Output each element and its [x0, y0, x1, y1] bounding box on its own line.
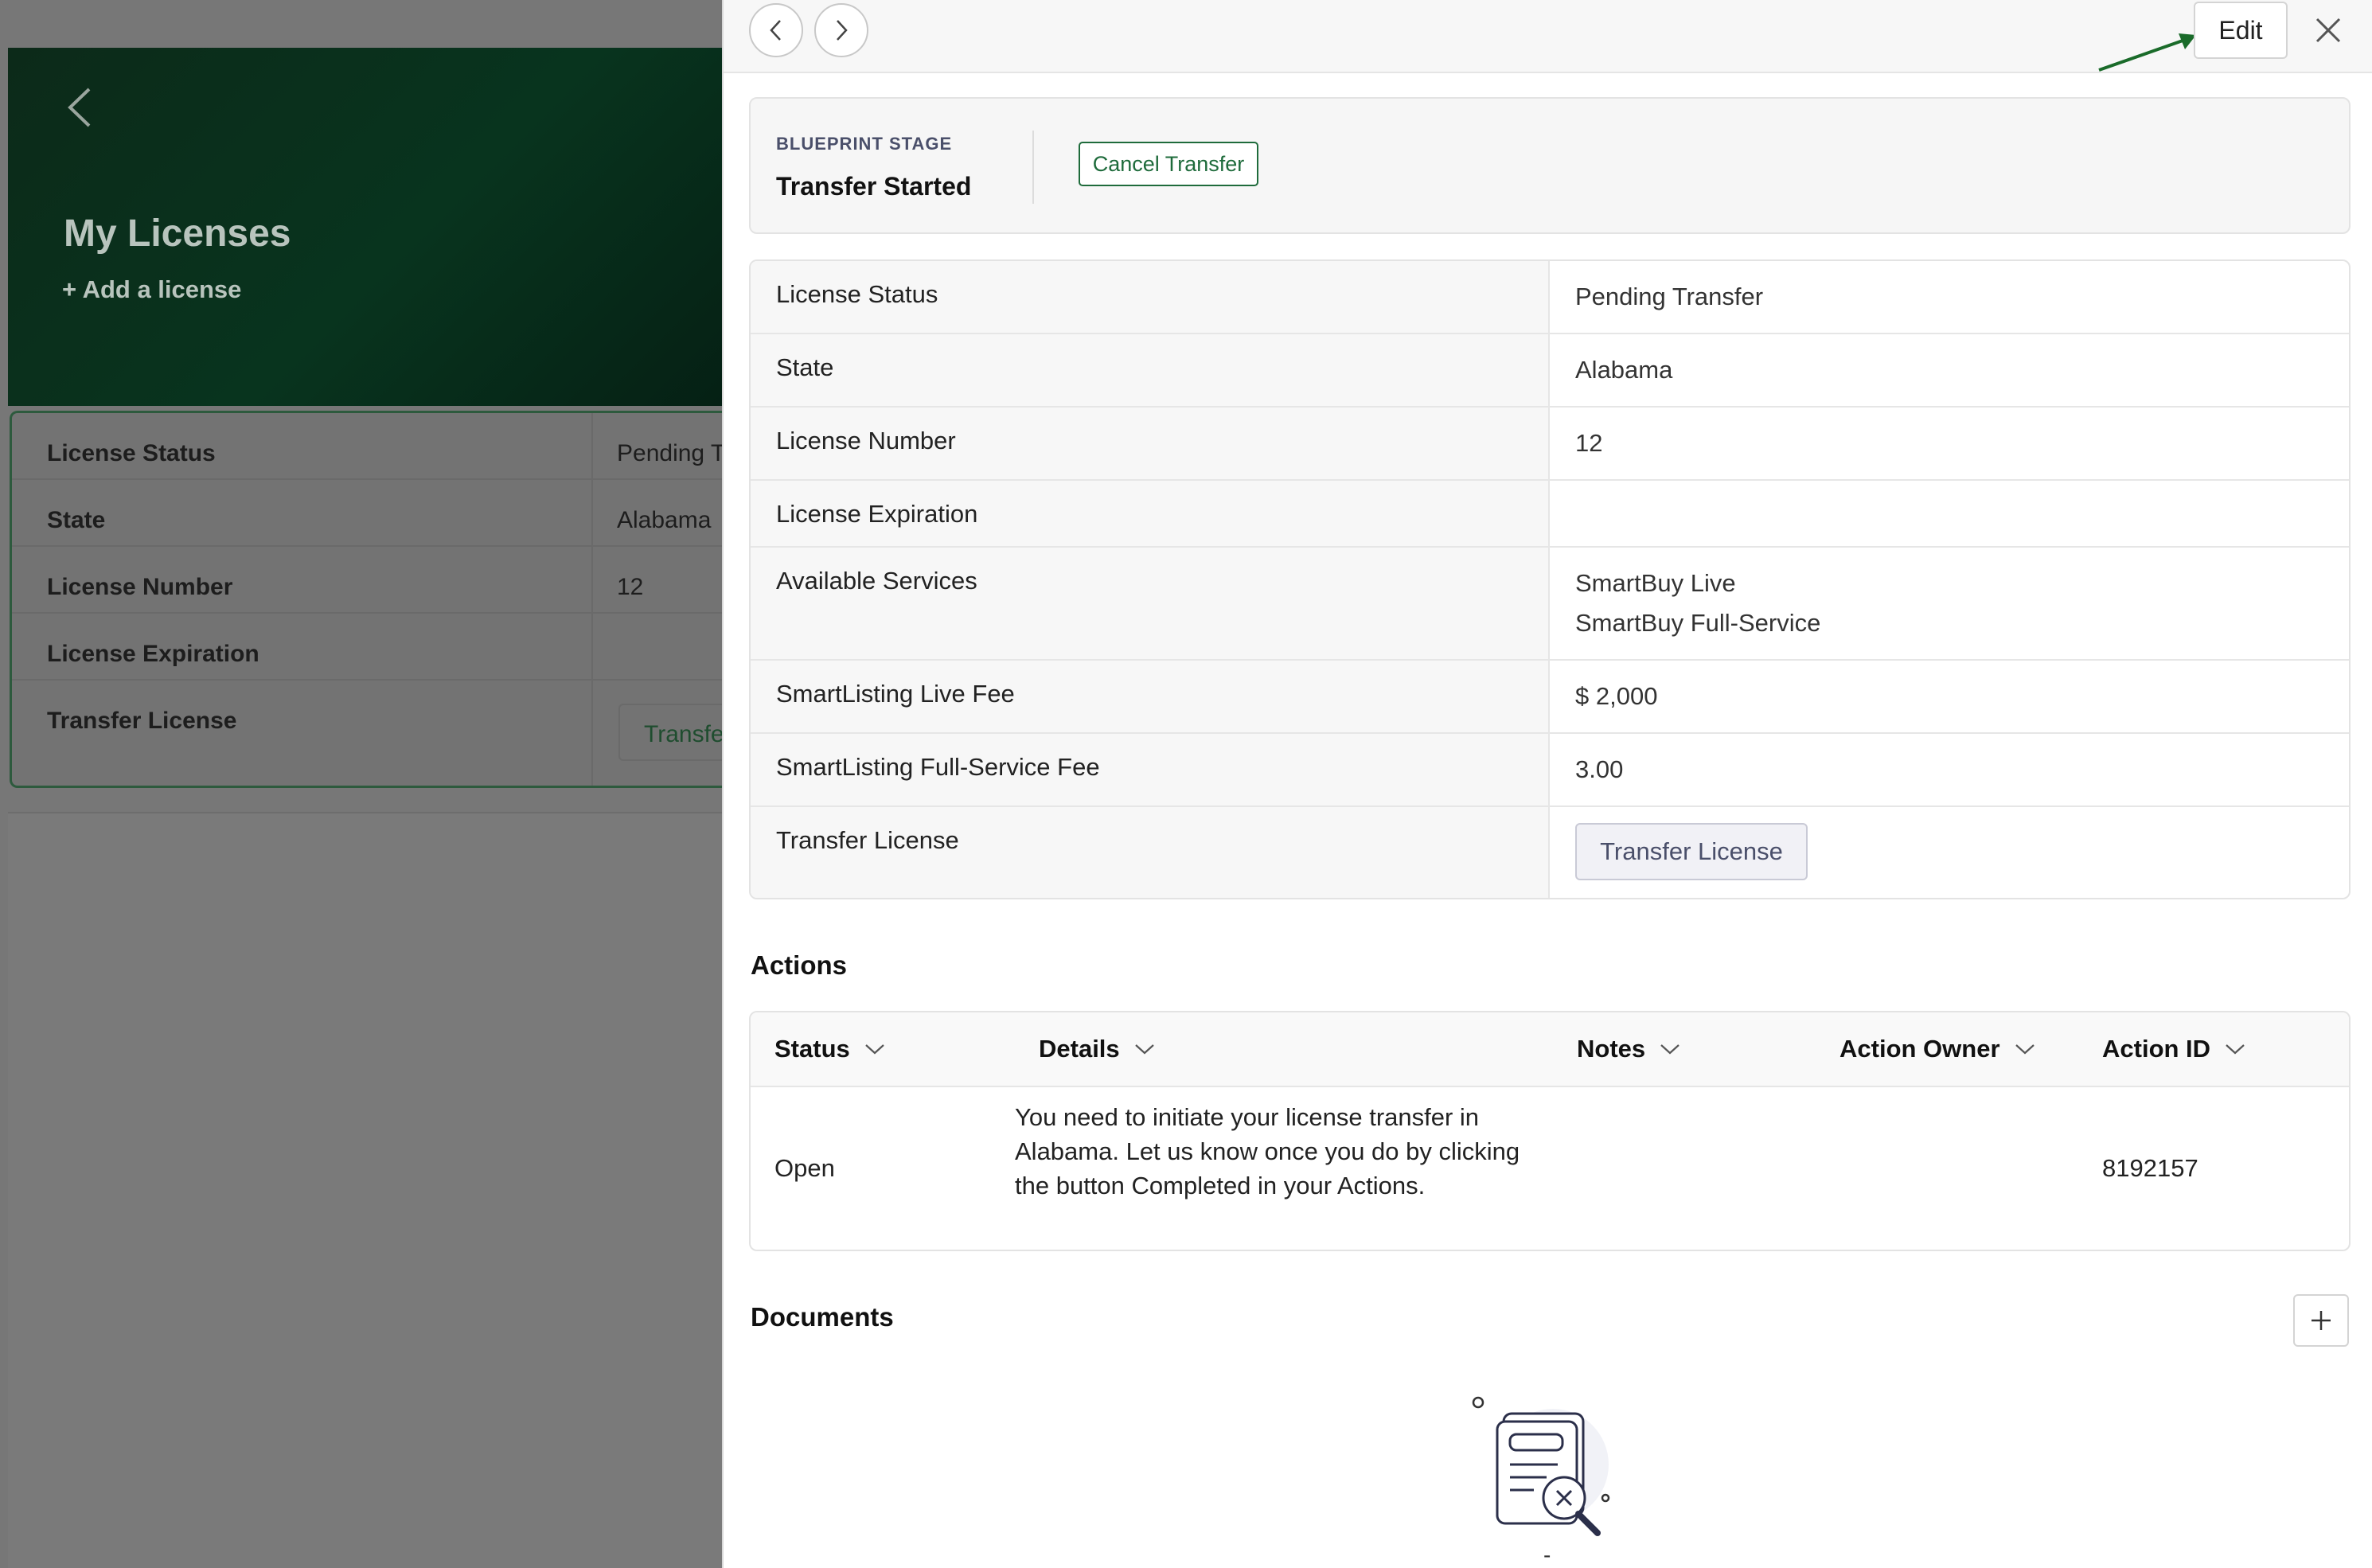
annotation-arrow-icon	[2098, 33, 2196, 72]
action-status: Open	[774, 1154, 835, 1182]
detail-label: SmartListing Full-Service Fee	[751, 734, 1550, 805]
add-license-link[interactable]: + Add a license	[62, 275, 241, 304]
detail-value: 12	[1575, 429, 1603, 457]
detail-row-license-expiration: License Expiration	[751, 481, 2349, 548]
bg-row-label: Transfer License	[47, 708, 237, 734]
drawer-header: Edit	[724, 0, 2372, 73]
chevron-down-icon	[865, 1044, 884, 1055]
detail-value: 3.00	[1575, 755, 1624, 783]
chevron-down-icon	[2015, 1044, 2035, 1055]
transfer-license-button[interactable]: Transfer License	[1575, 823, 1808, 880]
column-header-label: Action Owner	[1839, 1035, 2000, 1063]
bg-row-status: License Status Pending T	[12, 413, 724, 480]
bg-row-value: 12	[617, 574, 644, 600]
stage-value: Transfer Started	[776, 172, 972, 201]
column-header-action-owner[interactable]: Action Owner	[1839, 1035, 2035, 1063]
bg-row-state: State Alabama	[12, 480, 724, 547]
chevron-left-icon	[770, 20, 781, 41]
background-lower-area	[8, 812, 724, 1568]
actions-table: Status Details Notes Action Owner Action…	[749, 1011, 2351, 1251]
chevron-right-icon	[837, 20, 848, 41]
hero-banner: My Licenses + Add a license	[8, 48, 724, 406]
chevron-down-icon	[2226, 1044, 2245, 1055]
bg-row-label: License Expiration	[47, 641, 259, 667]
column-header-status[interactable]: Status	[774, 1035, 885, 1063]
service-item: SmartBuy Full-Service	[1575, 609, 1821, 637]
background-page: My Licenses + Add a license License Stat…	[0, 0, 724, 1568]
cancel-transfer-button[interactable]: Cancel Transfer	[1079, 142, 1258, 186]
previous-button[interactable]	[749, 3, 803, 57]
documents-section-title: Documents	[751, 1302, 894, 1332]
column-header-label: Status	[774, 1035, 850, 1063]
detail-label: Transfer License	[751, 807, 1550, 898]
license-card: License Status Pending T State Alabama L…	[10, 411, 724, 788]
detail-value-services: SmartBuy Live SmartBuy Full-Service	[1575, 564, 1820, 643]
actions-table-header: Status Details Notes Action Owner Action…	[751, 1012, 2349, 1087]
next-button[interactable]	[814, 3, 868, 57]
column-header-details[interactable]: Details	[1039, 1035, 1155, 1063]
detail-label: License Status	[751, 261, 1550, 333]
page-title: My Licenses	[64, 213, 291, 255]
chevron-down-icon	[1134, 1044, 1154, 1055]
bg-row-number: License Number 12	[12, 547, 724, 614]
detail-value: Pending Transfer	[1575, 283, 1764, 310]
empty-documents-text: -	[1543, 1543, 1551, 1567]
detail-label: State	[751, 334, 1550, 406]
detail-label: SmartListing Live Fee	[751, 661, 1550, 732]
detail-label: License Number	[751, 408, 1550, 479]
column-header-label: Action ID	[2102, 1035, 2211, 1063]
empty-documents-illustration-icon	[1472, 1396, 1610, 1536]
action-id: 8192157	[2102, 1154, 2198, 1182]
action-details: You need to initiate your license transf…	[1015, 1103, 1520, 1199]
detail-row-state: State Alabama	[751, 334, 2349, 408]
bg-row-transfer: Transfer License	[12, 681, 724, 747]
detail-label: Available Services	[751, 548, 1550, 659]
close-button[interactable]	[2309, 11, 2347, 49]
stage-label: BLUEPRINT STAGE	[776, 134, 953, 154]
edit-button[interactable]: Edit	[2194, 2, 2288, 59]
blueprint-stage-panel: BLUEPRINT STAGE Transfer Started Cancel …	[749, 97, 2351, 234]
bg-transfer-license-button[interactable]: Transfe	[618, 704, 724, 761]
column-header-label: Notes	[1577, 1035, 1646, 1063]
service-item: SmartBuy Live	[1575, 569, 1736, 597]
detail-row-live-fee: SmartListing Live Fee $ 2,000	[751, 661, 2349, 734]
bg-row-expiration: License Expiration	[12, 614, 724, 681]
detail-row-license-number: License Number 12	[751, 408, 2349, 481]
detail-label: License Expiration	[751, 481, 1550, 546]
plus-icon	[2312, 1311, 2331, 1330]
detail-row-full-service-fee: SmartListing Full-Service Fee 3.00	[751, 734, 2349, 807]
bg-row-label: State	[47, 507, 106, 533]
column-header-action-id[interactable]: Action ID	[2102, 1035, 2245, 1063]
column-header-label: Details	[1039, 1035, 1120, 1063]
detail-row-license-status: License Status Pending Transfer	[751, 261, 2349, 334]
bg-row-value: Alabama	[617, 507, 712, 533]
bg-row-label: License Number	[47, 574, 233, 600]
license-detail-drawer: Edit BLUEPRINT STAGE Transfer Started Ca…	[722, 0, 2372, 1568]
chevron-down-icon	[1660, 1044, 1680, 1055]
detail-value: $ 2,000	[1575, 682, 1658, 710]
bg-row-value: Pending T	[617, 440, 724, 466]
stage-divider	[1032, 131, 1034, 204]
detail-value: Alabama	[1575, 356, 1673, 384]
detail-row-transfer-license: Transfer License Transfer License	[751, 807, 2349, 898]
license-details-table: License Status Pending Transfer State Al…	[749, 259, 2351, 899]
close-icon	[2315, 18, 2341, 43]
back-chevron-icon[interactable]	[64, 86, 97, 129]
add-document-button[interactable]	[2293, 1294, 2349, 1347]
bg-row-label: License Status	[47, 440, 216, 466]
detail-row-available-services: Available Services SmartBuy Live SmartBu…	[751, 548, 2349, 661]
actions-section-title: Actions	[751, 950, 848, 980]
column-header-notes[interactable]: Notes	[1577, 1035, 1680, 1063]
